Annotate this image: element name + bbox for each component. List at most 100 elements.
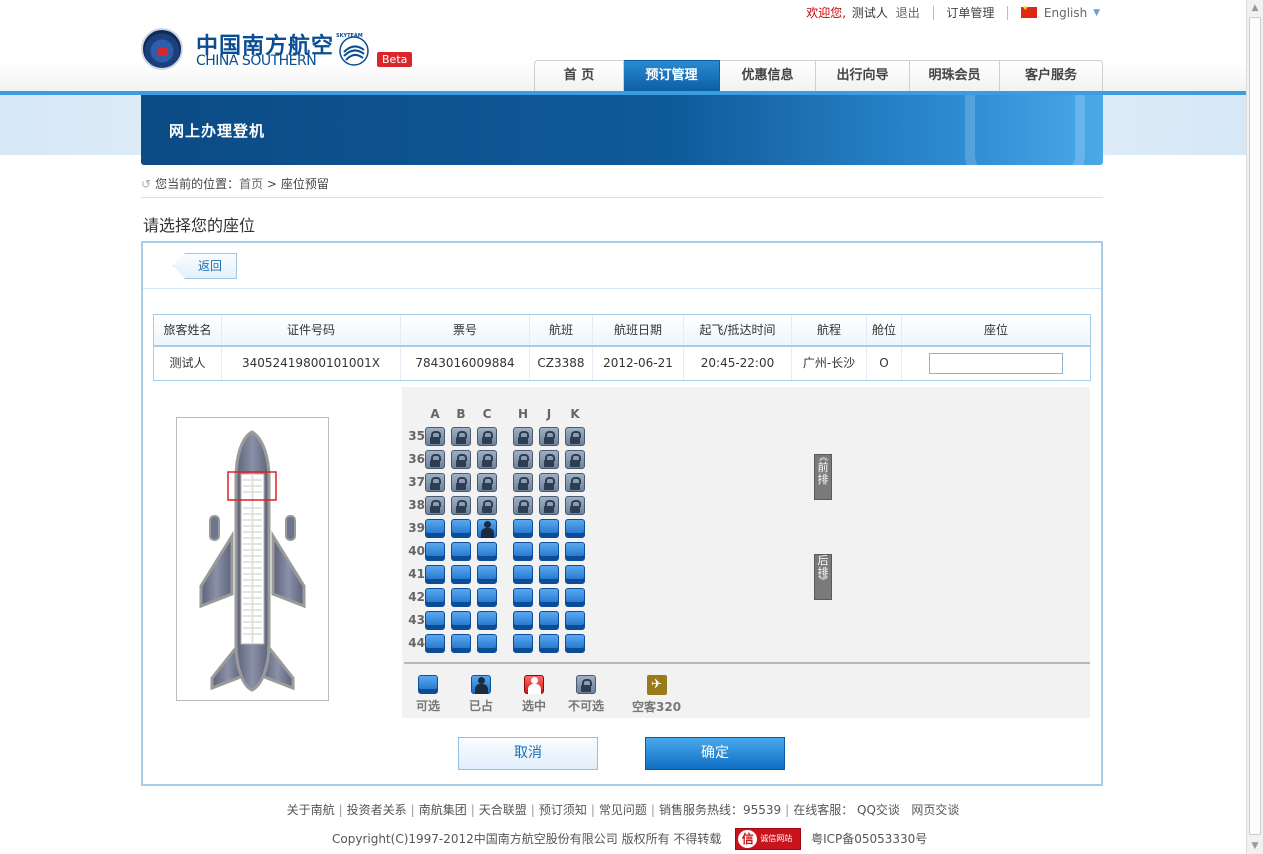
column-header: 起飞/抵达时间: [684, 315, 792, 345]
table-row: 测试人 34052419800101001X 7843016009884 CZ3…: [154, 347, 1090, 380]
seat-available[interactable]: [477, 565, 497, 584]
scroll-rear-button[interactable]: 后排 ︾: [814, 554, 832, 600]
seat-unavailable: [477, 496, 497, 515]
nav-tab-promotions[interactable]: 优惠信息: [720, 60, 816, 94]
route: 广州-长沙: [792, 347, 867, 380]
footer-link-investors[interactable]: 投资者关系: [347, 801, 407, 818]
seat-available[interactable]: [513, 588, 533, 607]
seat-available[interactable]: [513, 565, 533, 584]
passenger-table: 旅客姓名 证件号码 票号 航班 航班日期 起飞/抵达时间 航程 舱位 座位 测试…: [153, 314, 1091, 381]
seat-available[interactable]: [451, 565, 471, 584]
footer-link-group[interactable]: 南航集团: [419, 801, 467, 818]
nav-tab-pearl-member[interactable]: 明珠会员: [910, 60, 1000, 94]
legend-label: 不可选: [568, 699, 605, 713]
seat-input[interactable]: [929, 352, 1063, 374]
seat-available[interactable]: [477, 542, 497, 561]
seat-available[interactable]: [565, 588, 585, 607]
departure-arrival-time: 20:45-22:00: [684, 347, 792, 380]
scroll-front-button[interactable]: ︽ 前排: [814, 454, 832, 500]
seat-available[interactable]: [477, 634, 497, 653]
seat-selection-panel: 返回 旅客姓名 证件号码 票号 航班 航班日期 起飞/抵达时间 航程 舱位 座位…: [141, 241, 1103, 786]
seat-available[interactable]: [565, 611, 585, 630]
seat-available[interactable]: [513, 611, 533, 630]
scroll-down-arrow-icon[interactable]: ▼: [1250, 841, 1260, 851]
column-header: 航程: [792, 315, 867, 345]
china-southern-logo[interactable]: 中国南方航空 CHINA SOUTHERN SKYTEAM Beta: [141, 26, 413, 72]
seat-available[interactable]: [451, 519, 471, 538]
seat-available[interactable]: [451, 542, 471, 561]
seat-available[interactable]: [425, 519, 445, 538]
copyright-text: Copyright(C)1997-2012中国南方航空股份有限公司 版权所有 不…: [332, 831, 722, 846]
seat-column-label: J: [546, 407, 552, 421]
seat-available[interactable]: [539, 519, 559, 538]
chevron-down-icon[interactable]: ▼: [1093, 8, 1100, 18]
web-chat-link[interactable]: 网页交谈: [911, 801, 959, 818]
seat-available[interactable]: [513, 542, 533, 561]
seat-available[interactable]: [565, 565, 585, 584]
seat-available[interactable]: [513, 634, 533, 653]
seat-available[interactable]: [425, 634, 445, 653]
page-scrollbar[interactable]: ▲ ▼: [1246, 0, 1263, 854]
seat-available-icon: [418, 675, 438, 694]
seat-map: A B C H J K ︽ 前排 后排 ︾ 可选 已占 选中 不可选 ✈ 空客3…: [402, 387, 1090, 718]
seat-available[interactable]: [425, 565, 445, 584]
nav-tab-home[interactable]: 首 页: [534, 60, 624, 94]
seat-available[interactable]: [565, 519, 585, 538]
seat-unavailable: [513, 450, 533, 469]
cancel-button[interactable]: 取消: [458, 737, 598, 770]
seat-available[interactable]: [539, 565, 559, 584]
icp-number[interactable]: 粤ICP备05053330号: [811, 827, 927, 851]
divider: |: [530, 803, 535, 817]
seat-available[interactable]: [425, 542, 445, 561]
seat-available[interactable]: [477, 611, 497, 630]
nav-tab-customer-service[interactable]: 客户服务: [1000, 60, 1103, 94]
order-management-link[interactable]: 订单管理: [946, 4, 994, 21]
seat-unavailable: [539, 473, 559, 492]
footer-copyright: Copyright(C)1997-2012中国南方航空股份有限公司 版权所有 不…: [332, 826, 927, 850]
seat-available[interactable]: [539, 611, 559, 630]
skyteam-logo-icon: SKYTEAM: [336, 33, 369, 66]
seat-unavailable: [565, 473, 585, 492]
nav-tab-booking-management[interactable]: 预订管理: [624, 60, 720, 94]
confirm-button[interactable]: 确定: [645, 737, 785, 770]
language-selector[interactable]: English: [1044, 6, 1087, 20]
seat-row-number: 43: [408, 613, 425, 627]
column-header: 旅客姓名: [154, 315, 222, 345]
flight-number: CZ3388: [530, 347, 593, 380]
seat-unavailable: [539, 450, 559, 469]
column-header: 航班: [530, 315, 593, 345]
seat-available[interactable]: [539, 634, 559, 653]
footer-link-about[interactable]: 关于南航: [287, 801, 335, 818]
breadcrumb-home-link[interactable]: 首页: [239, 177, 263, 191]
scrollbar-thumb[interactable]: [1249, 17, 1261, 835]
seat-available[interactable]: [565, 542, 585, 561]
seat-available[interactable]: [425, 588, 445, 607]
nav-tab-travel-guide[interactable]: 出行向导: [816, 60, 910, 94]
legend-item-available: 可选: [416, 675, 440, 714]
seat-available[interactable]: [539, 542, 559, 561]
column-header: 票号: [401, 315, 530, 345]
seat-row-number: 37: [408, 475, 425, 489]
footer-link-booking-notice[interactable]: 预订须知: [539, 801, 587, 818]
seat-available[interactable]: [451, 634, 471, 653]
logout-link[interactable]: 退出: [896, 4, 920, 21]
seat-unavailable: [477, 450, 497, 469]
divider: |: [650, 803, 655, 817]
qq-chat-link[interactable]: QQ交谈: [857, 801, 900, 818]
seat-available[interactable]: [451, 588, 471, 607]
back-button[interactable]: 返回: [173, 253, 237, 279]
seat-available[interactable]: [477, 588, 497, 607]
seat-unavailable: [565, 496, 585, 515]
seat-available[interactable]: [451, 611, 471, 630]
footer-link-faq[interactable]: 常见问题: [599, 801, 647, 818]
seat-available[interactable]: [513, 519, 533, 538]
footer-link-skyteam[interactable]: 天合联盟: [479, 801, 527, 818]
seat-available[interactable]: [425, 611, 445, 630]
trust-badge[interactable]: 信 诚信网站: [735, 827, 802, 850]
seat-available[interactable]: [565, 634, 585, 653]
scroll-up-arrow-icon[interactable]: ▲: [1250, 3, 1260, 13]
online-service-label: 在线客服：: [793, 803, 854, 817]
divider: |: [470, 803, 475, 817]
seat-available[interactable]: [539, 588, 559, 607]
flight-date: 2012-06-21: [593, 347, 684, 380]
